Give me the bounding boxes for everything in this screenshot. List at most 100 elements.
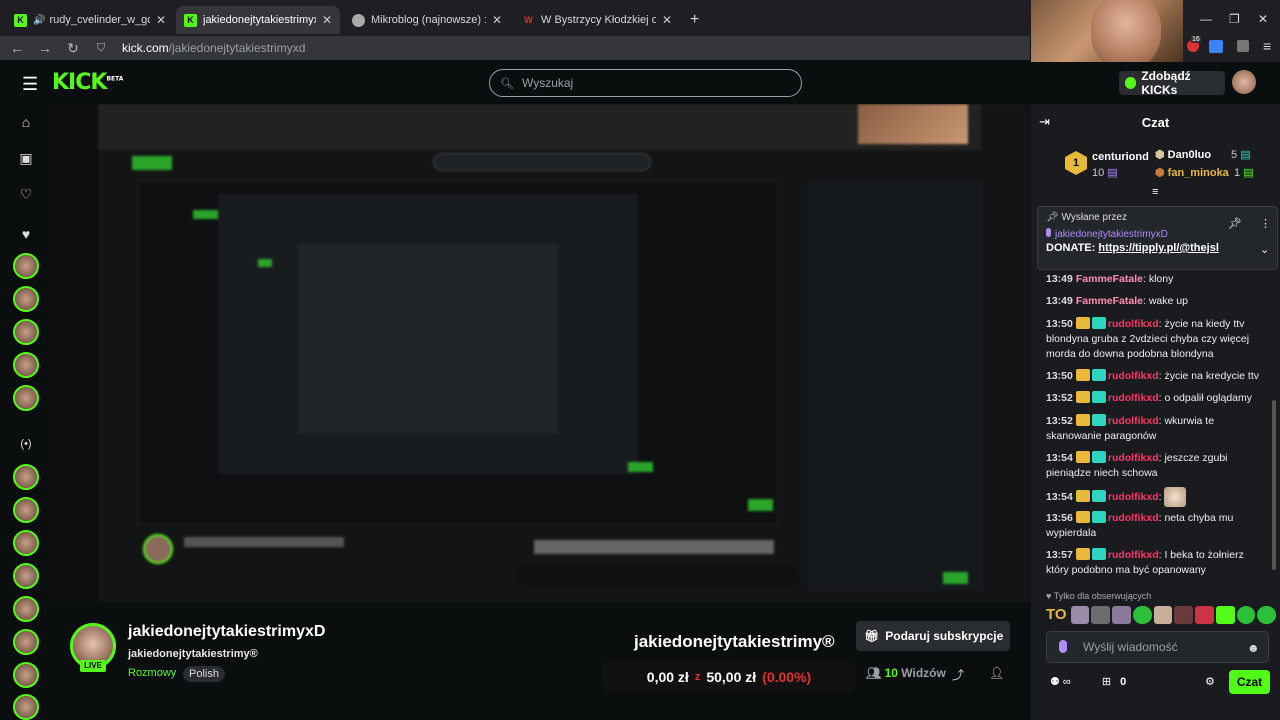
stream-tag[interactable]: Polish bbox=[183, 666, 225, 682]
get-kicks-button[interactable]: Zdobądź KICKs bbox=[1119, 69, 1225, 97]
msg-user[interactable]: rudolfikxd bbox=[1108, 549, 1159, 561]
recommended-channel-avatar[interactable] bbox=[13, 596, 39, 622]
emote[interactable] bbox=[1195, 606, 1214, 624]
second-gifter[interactable]: ⬢ Dan0luo bbox=[1155, 148, 1211, 161]
more-options-icon[interactable]: ⋮ bbox=[1260, 217, 1271, 230]
share-icon[interactable]: ⤴ bbox=[952, 666, 964, 683]
pinned-user[interactable]: jakiedonejtytakiestrimyxD bbox=[1046, 228, 1168, 240]
stream-title: jakiedonejtytakiestrimy® bbox=[128, 648, 258, 660]
recommended-channel-avatar[interactable] bbox=[13, 497, 39, 523]
third-gifter-count: 1 ▤ bbox=[1234, 166, 1254, 179]
extension-s-icon[interactable] bbox=[1209, 40, 1223, 53]
tab-wykop[interactable]: Mikroblog (najnowsze) :: Wykop ✕ bbox=[344, 6, 510, 34]
msg-user[interactable]: rudolfikxd bbox=[1108, 452, 1159, 464]
unpin-icon[interactable]: 📌︎ bbox=[1228, 217, 1242, 230]
close-tab-icon[interactable]: ✕ bbox=[662, 13, 672, 27]
emote-to[interactable]: TO bbox=[1046, 606, 1067, 626]
browse-icon[interactable]: ▣ bbox=[16, 150, 36, 170]
second-gifter-count: 5 ▤ bbox=[1231, 148, 1251, 161]
emote[interactable] bbox=[1132, 606, 1152, 624]
emote[interactable] bbox=[1070, 606, 1090, 624]
crown-badge-icon bbox=[1075, 548, 1090, 560]
maximize-icon[interactable]: ❐ bbox=[1229, 12, 1240, 26]
emote[interactable] bbox=[1257, 606, 1277, 624]
channel-name[interactable]: jakiedonejtytakiestrimyxD bbox=[128, 623, 325, 641]
msg-time: 13:49 bbox=[1046, 273, 1073, 285]
followed-heart-icon[interactable]: ♥ bbox=[16, 226, 36, 246]
close-window-icon[interactable]: ✕ bbox=[1258, 12, 1268, 26]
shield-icon[interactable]: ⛉ bbox=[90, 42, 112, 55]
kicks-points-icon[interactable]: ⚉ ∞ bbox=[1050, 676, 1071, 688]
minimize-icon[interactable]: — bbox=[1200, 12, 1212, 26]
emote[interactable] bbox=[1091, 606, 1111, 624]
expand-gifters-icon[interactable]: ≡ bbox=[1152, 186, 1158, 198]
recommended-channel-avatar[interactable] bbox=[13, 662, 39, 688]
followed-channel-avatar[interactable] bbox=[13, 319, 39, 345]
url-field[interactable]: kick.com/jakiedonejtytakiestrimyxd bbox=[122, 41, 305, 55]
emoji-picker-icon[interactable]: ☻ bbox=[1247, 641, 1260, 655]
home-icon[interactable]: ⌂ bbox=[16, 114, 36, 134]
msg-user[interactable]: rudolfikxd bbox=[1108, 370, 1159, 382]
send-chat-button[interactable]: Czat bbox=[1229, 670, 1270, 694]
reload-icon[interactable]: ↻ bbox=[62, 40, 84, 57]
third-gifter[interactable]: ⬢ fan_minoka bbox=[1155, 166, 1229, 179]
gift-subscriptions-button[interactable]: 🎁︎ Podaruj subskrypcje bbox=[856, 621, 1010, 651]
recommended-channel-avatar[interactable] bbox=[13, 464, 39, 490]
settings-gear-icon[interactable]: ⚙ bbox=[1205, 675, 1215, 688]
chevron-down-icon[interactable]: ⌄ bbox=[1260, 243, 1269, 256]
forward-icon[interactable]: → bbox=[34, 40, 56, 56]
stream-category[interactable]: Rozmowy bbox=[128, 667, 176, 679]
recommended-channel-avatar[interactable] bbox=[13, 629, 39, 655]
recommended-channel-avatar[interactable] bbox=[13, 694, 39, 720]
chat-message-input[interactable]: Wyślij wiadomość bbox=[1046, 631, 1269, 663]
msg-user[interactable]: rudolfikxd bbox=[1108, 512, 1159, 524]
crown-badge-icon bbox=[1075, 489, 1090, 502]
follow-user-icon[interactable]: 👤︎ bbox=[989, 666, 1004, 680]
tab-bystrzyca[interactable]: W W Bystrzycy Kłodzkiej obowiązy ✕ bbox=[514, 6, 680, 34]
followed-channel-avatar[interactable] bbox=[13, 253, 39, 279]
chat-scrollbar[interactable] bbox=[1272, 400, 1276, 570]
followed-channel-avatar[interactable] bbox=[13, 286, 39, 312]
tab-rudy[interactable]: K 🔊 rudy_cvelinder_w_goglach ✕ bbox=[6, 6, 174, 34]
emote[interactable] bbox=[1174, 606, 1194, 624]
msg-user[interactable]: FammeFatale bbox=[1076, 295, 1143, 307]
recommended-channel-avatar[interactable] bbox=[13, 563, 39, 589]
close-tab-icon[interactable]: ✕ bbox=[492, 13, 502, 27]
emote[interactable] bbox=[1215, 606, 1235, 624]
msg-user[interactable]: FammeFatale bbox=[1076, 273, 1143, 285]
recommended-channel-avatar[interactable] bbox=[13, 530, 39, 556]
emote[interactable] bbox=[1153, 606, 1173, 624]
top-gifter-name[interactable]: centuriond bbox=[1092, 151, 1149, 163]
extension-flag-icon[interactable] bbox=[1237, 40, 1249, 52]
msg-user[interactable]: rudolfikxd bbox=[1108, 318, 1159, 330]
donation-separator: z bbox=[694, 670, 701, 683]
donate-link[interactable]: https://tipply.pl/@thejsl bbox=[1098, 242, 1219, 254]
msg-time: 13:50 bbox=[1046, 370, 1073, 382]
msg-user[interactable]: rudolfikxd bbox=[1108, 415, 1159, 427]
subscriber-badge-icon bbox=[1091, 548, 1106, 560]
gift-box-icon[interactable]: ⊞ bbox=[1102, 676, 1111, 688]
close-tab-icon[interactable]: ✕ bbox=[156, 13, 166, 27]
hamburger-icon[interactable]: ☰ bbox=[22, 74, 38, 95]
live-channels-icon[interactable]: (•) bbox=[16, 438, 36, 458]
msg-time: 13:50 bbox=[1046, 318, 1073, 330]
browser-menu-icon[interactable]: ≡ bbox=[1263, 38, 1271, 54]
msg-time: 13:49 bbox=[1046, 295, 1073, 307]
emote[interactable] bbox=[1236, 606, 1256, 624]
followed-channel-avatar[interactable] bbox=[13, 385, 39, 411]
back-icon[interactable]: ← bbox=[6, 40, 28, 56]
followed-channel-avatar[interactable] bbox=[13, 352, 39, 378]
video-player[interactable] bbox=[48, 104, 1031, 603]
close-tab-icon[interactable]: ✕ bbox=[322, 13, 332, 27]
msg-user[interactable]: rudolfikxd bbox=[1108, 392, 1159, 404]
extension-badge: 16 bbox=[1191, 36, 1201, 43]
new-tab-button[interactable]: + bbox=[682, 6, 706, 34]
kick-logo[interactable]: KICKBETA bbox=[52, 70, 123, 95]
user-avatar[interactable] bbox=[1232, 70, 1256, 94]
search-input[interactable]: 🔍︎ Wyszukaj bbox=[489, 69, 802, 97]
msg-user[interactable]: rudolfikxd bbox=[1108, 491, 1159, 503]
webcam-person bbox=[1091, 0, 1161, 70]
following-heart-icon[interactable]: ♡ bbox=[16, 186, 36, 206]
tab-kick-stream[interactable]: K jakiedonejtytakiestrimyxD Stream ✕ bbox=[176, 6, 340, 34]
emote[interactable] bbox=[1112, 606, 1131, 624]
